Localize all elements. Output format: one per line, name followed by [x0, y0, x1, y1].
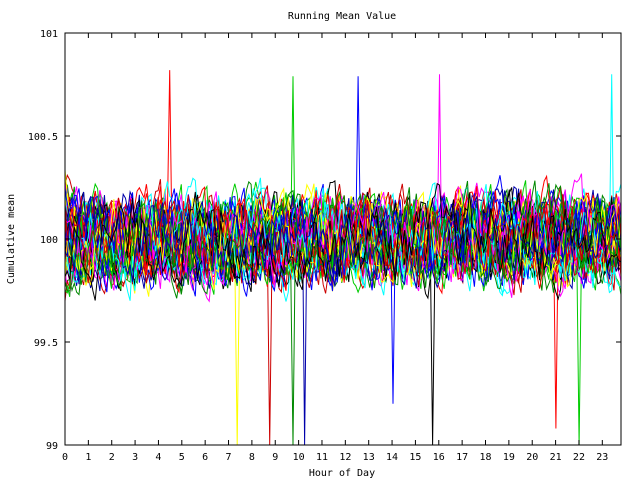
x-tick-label: 14	[386, 452, 398, 463]
series-lines	[64, 70, 622, 446]
x-tick-label: 3	[132, 452, 138, 463]
x-tick-label: 6	[202, 452, 208, 463]
x-tick-label: 18	[479, 452, 491, 463]
x-tick-label: 8	[249, 452, 255, 463]
x-tick-label: 0	[62, 452, 68, 463]
x-tick-label: 20	[526, 452, 538, 463]
x-tick-label: 4	[155, 452, 161, 463]
y-tick-label: 101	[40, 29, 58, 40]
y-axis-label: Cumulative mean	[6, 194, 17, 284]
x-tick-label: 1	[85, 452, 91, 463]
y-tick-label: 99.5	[34, 338, 58, 349]
x-tick-label: 23	[596, 452, 608, 463]
x-tick-label: 17	[456, 452, 468, 463]
x-tick-label: 19	[503, 452, 515, 463]
x-tick-label: 2	[109, 452, 115, 463]
y-tick-label: 100	[40, 235, 58, 246]
x-tick-label: 7	[226, 452, 232, 463]
y-tick-label: 99	[46, 441, 58, 452]
x-tick-label: 16	[433, 452, 445, 463]
x-tick-label: 22	[573, 452, 585, 463]
x-axis-label: Hour of Day	[309, 468, 375, 479]
x-tick-label: 9	[272, 452, 278, 463]
x-tick-label: 15	[409, 452, 421, 463]
x-tick-label: 5	[179, 452, 185, 463]
running-mean-chart: Running Mean Value 9999.5100100.5101 012…	[6, 11, 622, 479]
x-tick-label: 12	[339, 452, 351, 463]
x-tick-label: 21	[550, 452, 562, 463]
x-tick-label: 10	[293, 452, 305, 463]
y-tick-label: 100.5	[28, 132, 58, 143]
x-tick-label: 11	[316, 452, 328, 463]
x-tick-label: 13	[363, 452, 375, 463]
chart-title: Running Mean Value	[288, 11, 396, 22]
